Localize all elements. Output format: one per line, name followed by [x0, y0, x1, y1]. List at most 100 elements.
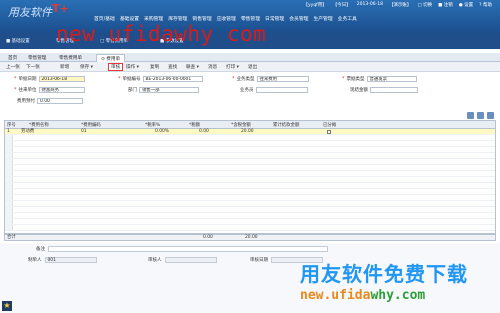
module-sales[interactable]: 销售管理	[192, 15, 211, 22]
date-input[interactable]: 2013-06-18	[38, 76, 85, 82]
module-receivable[interactable]: 应收管理	[217, 15, 236, 22]
prepay-input[interactable]: 0.00	[37, 98, 83, 104]
staff-input[interactable]	[255, 87, 308, 93]
required-mark: *	[14, 76, 17, 82]
logo: 用友软件	[8, 6, 52, 19]
biztype-select[interactable]: 往来费用	[256, 76, 309, 82]
required-mark: *	[118, 76, 121, 82]
row-number-cell	[5, 147, 13, 152]
srctype-field: * 票据类型 普通发票	[342, 76, 417, 82]
operate-button[interactable]: 操作 ▾	[126, 64, 139, 70]
module-member[interactable]: 会员管理	[289, 15, 308, 22]
row-number-cell	[5, 135, 13, 140]
memo-input[interactable]	[48, 246, 328, 252]
col-name: *费用名称	[29, 123, 49, 128]
staff-field: 业务员	[240, 87, 308, 93]
row-number-cell	[5, 159, 13, 164]
nav-basic-settings[interactable]: ■ 基础设置	[6, 38, 30, 44]
cash-amount-field: 现结金额	[350, 87, 418, 93]
auditor-value	[164, 257, 217, 263]
unit-field: * 往来单位 财富商务	[14, 87, 85, 93]
message-button[interactable]: 消息	[208, 64, 217, 70]
module-basic-settings[interactable]: 基础设置	[120, 15, 139, 22]
watermark-top: new ufidawhy com	[56, 22, 267, 46]
grid-export-icon[interactable]	[467, 112, 474, 119]
allocated-checkbox[interactable]	[327, 130, 331, 134]
total-amount: 20.00	[245, 235, 258, 240]
row-number-cell	[5, 195, 13, 200]
tab-home[interactable]: 首页	[4, 54, 21, 62]
grid-tools	[467, 112, 494, 119]
tab-retail[interactable]: 零售管理	[24, 54, 50, 62]
bill-header-form: * 单据日期 2013-06-18 * 单据编号 BE-2013-06-00-0…	[0, 72, 500, 112]
next-button[interactable]: 下一张	[26, 64, 40, 70]
watermark-cn: 用友软件免费下载	[300, 262, 468, 286]
date-field: * 单据日期 2013-06-18	[14, 76, 85, 82]
cash-amount-input[interactable]	[370, 87, 418, 93]
auditor-field: 审核人	[148, 257, 217, 263]
switch-button[interactable]: □ 切换	[417, 2, 432, 8]
module-daily[interactable]: 日常管理	[265, 15, 284, 22]
module-menu: 首页/基础 基础设置 采购管理 库存管理 销售管理 应收管理 零售管理 日常管理…	[94, 15, 357, 22]
required-mark: *	[342, 76, 345, 82]
help-button[interactable]: ? 帮助	[479, 2, 492, 8]
dept-input[interactable]: 销售一部	[139, 87, 199, 93]
tab-retail-expense[interactable]: 零售费用单	[55, 54, 86, 62]
module-home[interactable]: 首页/基础	[94, 15, 115, 22]
memo-field: 备注	[36, 246, 328, 252]
find-button[interactable]: 查找	[168, 64, 177, 70]
date-status: 2013-06-18	[356, 2, 383, 7]
maker-value: 001	[44, 257, 97, 263]
tab-bar: 首页 零售管理 零售费用单 ⊙ 费用单	[0, 53, 500, 62]
tab-expense-bill[interactable]: ⊙ 费用单	[96, 54, 126, 62]
copy-button[interactable]: 复制	[150, 64, 159, 70]
prepay-field: 费用预付 0.00	[17, 98, 83, 104]
dept-field: 部门 销售一部	[128, 87, 199, 93]
toolbar: 上一张 下一张 新增 保存 ▾ 审核 操作 ▾ 复制 查找 联查 ▾ 消息 打印…	[0, 62, 500, 72]
audit-button[interactable]: 审核	[108, 63, 124, 71]
link-query-button[interactable]: 联查 ▾	[186, 64, 199, 70]
user-status: 【yyqf用】	[303, 3, 327, 8]
row-number-cell	[5, 183, 13, 188]
grid-header: 序号 *费用名称 *费用编码 *税率% *税额 *含税金额 累计结款金额 已分摊	[5, 121, 495, 129]
new-button[interactable]: 新增	[60, 64, 69, 70]
table-row[interactable]	[5, 225, 495, 231]
biztype-field: * 业务类型 往来费用	[232, 76, 309, 82]
srctype-select[interactable]: 普通发票	[366, 76, 417, 82]
module-production[interactable]: 生产管理	[313, 15, 332, 22]
exit-button[interactable]: 退出	[248, 64, 257, 70]
row-number-cell	[5, 201, 13, 206]
row-number-cell	[5, 219, 13, 224]
today-status: 【今日】	[332, 3, 351, 8]
required-mark: *	[14, 87, 17, 93]
module-retail[interactable]: 零售管理	[241, 15, 260, 22]
star-icon[interactable]: ★	[2, 301, 12, 311]
unit-input[interactable]: 财富商务	[38, 87, 85, 93]
row-number-cell	[5, 153, 13, 158]
required-mark: *	[232, 76, 235, 82]
logo-mark: T+	[52, 2, 69, 15]
prev-button[interactable]: 上一张	[6, 64, 20, 70]
row-number-cell	[5, 189, 13, 194]
watermark-url: new.ufidawhy.com	[300, 288, 426, 303]
row-number-cell	[5, 225, 13, 230]
col-settled: 累计结款金额	[273, 123, 300, 128]
save-button[interactable]: 保存 ▾	[80, 64, 93, 70]
total-row: 合计 0.00 20.00	[4, 234, 496, 241]
account-status: 【演示账】	[388, 3, 412, 8]
settings-button[interactable]: ● 设置	[459, 2, 473, 8]
grid-settings-icon[interactable]	[477, 112, 484, 119]
row-number-cell	[5, 177, 13, 182]
print-button[interactable]: 打印 ▾	[226, 64, 239, 70]
module-tools[interactable]: 业务工具	[338, 15, 357, 22]
row-number-cell	[5, 213, 13, 218]
row-number-cell	[5, 207, 13, 212]
code-input[interactable]: BE-2013-06-00-0001	[142, 76, 203, 82]
module-purchase[interactable]: 采购管理	[144, 15, 163, 22]
module-inventory[interactable]: 库存管理	[168, 15, 187, 22]
row-number-cell	[5, 165, 13, 170]
grid-columns-icon[interactable]	[487, 112, 494, 119]
col-tax: *税额	[189, 123, 200, 128]
col-code: *费用编码	[81, 123, 101, 128]
logout-button[interactable]: ■ 注销	[438, 2, 453, 8]
